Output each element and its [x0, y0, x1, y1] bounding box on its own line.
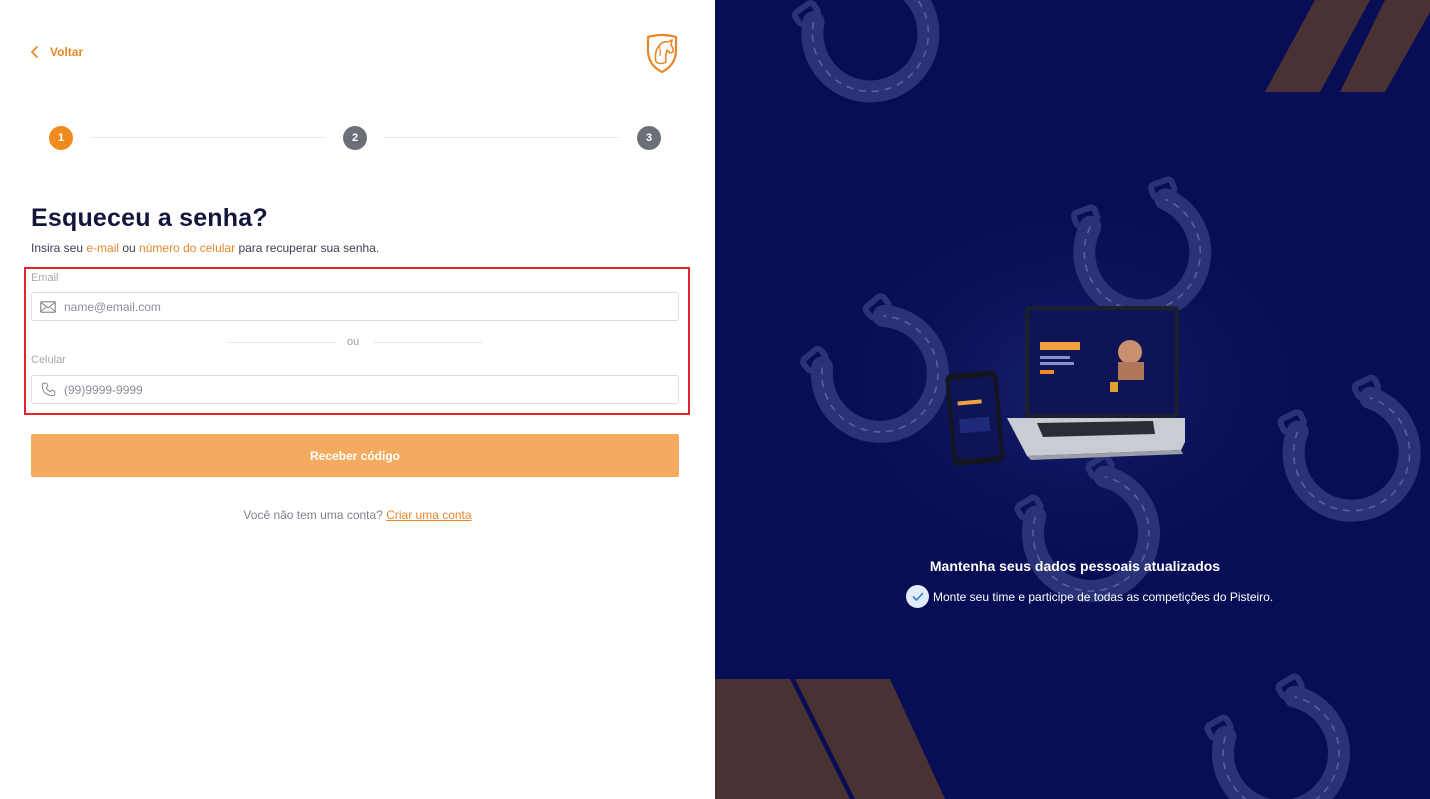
email-input[interactable] — [64, 299, 624, 314]
subtitle-middle: ou — [119, 241, 140, 255]
promo-list-item: Monte seu time e participe de todas as c… — [906, 585, 1273, 608]
promo-item-text: Monte seu time e participe de todas as c… — [933, 589, 1274, 604]
form-panel: Voltar 1 2 3 Esqueceu a senha? Insira se… — [0, 0, 715, 799]
horse-shield-logo — [646, 33, 678, 74]
page-subtitle: Insira seu e-mail ou número do celular p… — [31, 241, 379, 255]
check-icon — [906, 585, 929, 608]
phone-icon — [40, 382, 56, 398]
back-button[interactable]: Voltar — [30, 45, 83, 59]
step-1: 1 — [49, 126, 73, 150]
email-label: Email — [31, 272, 59, 284]
signup-prompt: Você não tem uma conta? Criar uma conta — [0, 508, 715, 522]
page-title: Esqueceu a senha? — [31, 204, 268, 232]
or-separator: ou — [228, 336, 482, 348]
separator-text: ou — [347, 336, 360, 348]
email-field[interactable] — [31, 292, 679, 321]
create-account-link[interactable]: Criar uma conta — [386, 508, 471, 522]
devices-mockup-image — [945, 306, 1185, 466]
stepper: 1 2 3 — [49, 126, 661, 150]
separator-line — [228, 342, 336, 343]
separator-line — [374, 342, 482, 343]
promo-title: Mantenha seus dados pessoais atualizados — [929, 558, 1221, 574]
step-3: 3 — [637, 126, 661, 150]
step-2: 2 — [343, 126, 367, 150]
step-connector — [385, 137, 619, 138]
receive-code-button[interactable]: Receber código — [31, 434, 679, 477]
subtitle-prefix: Insira seu — [31, 241, 87, 255]
promo-panel: Mantenha seus dados pessoais atualizados… — [715, 0, 1430, 799]
phone-label: Celular — [31, 354, 66, 366]
step-connector — [91, 137, 325, 138]
horseshoe-decoration — [788, 0, 951, 114]
subtitle-suffix: para recuperar sua senha. — [235, 241, 380, 255]
phone-input[interactable] — [64, 382, 624, 397]
phone-link-text: número do celular — [139, 241, 236, 255]
chevron-left-icon — [31, 46, 38, 58]
phone-field[interactable] — [31, 375, 679, 404]
horseshoe-decoration — [1201, 672, 1360, 799]
signup-text: Você não tem uma conta? — [243, 508, 387, 522]
back-label: Voltar — [50, 45, 84, 59]
email-link-text: e-mail — [86, 241, 120, 255]
envelope-icon — [40, 299, 56, 315]
